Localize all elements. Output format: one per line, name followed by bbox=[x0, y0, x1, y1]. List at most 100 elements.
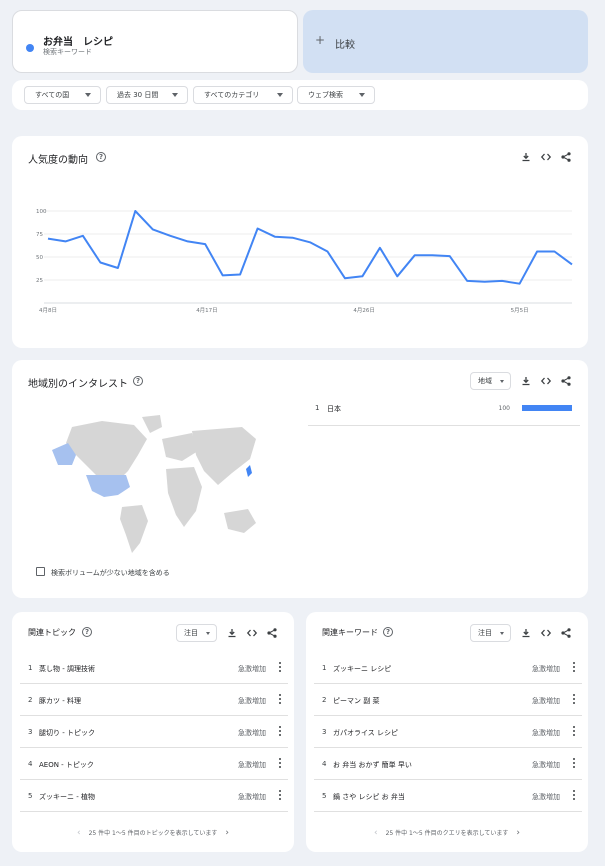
filter-time-range[interactable]: 過去 30 日間 bbox=[106, 86, 188, 104]
query-value: 急激増加 bbox=[532, 793, 560, 801]
y-tick-label: 100 bbox=[36, 209, 47, 215]
query-value: 急激増加 bbox=[532, 729, 560, 737]
queries-pager-text: 25 件中 1～5 件目のクエリを表示しています bbox=[385, 830, 509, 837]
add-icon: + bbox=[315, 33, 326, 47]
y-tick-label: 50 bbox=[36, 255, 43, 261]
more-vert-icon[interactable] bbox=[572, 724, 576, 738]
topic-rank: 3 bbox=[28, 728, 33, 736]
map-japan bbox=[246, 465, 252, 477]
y-tick-label: 25 bbox=[36, 278, 43, 284]
download-icon[interactable] bbox=[226, 627, 238, 639]
query-row[interactable]: 1 ズッキーニ レシピ 急激増加 bbox=[314, 653, 582, 684]
queries-sort-select[interactable]: 注目 bbox=[470, 624, 511, 642]
topic-row[interactable]: 1 蒸し物 - 調理技術 急激増加 bbox=[20, 653, 288, 684]
next-page-icon[interactable]: › bbox=[225, 828, 229, 838]
query-rank: 2 bbox=[322, 696, 327, 704]
filter-search-type-label: ウェブ検索 bbox=[308, 91, 343, 99]
topic-row[interactable]: 3 腿切り - トピック 急激増加 bbox=[20, 717, 288, 748]
prev-page-icon[interactable]: ‹ bbox=[374, 828, 378, 838]
embed-code-icon[interactable] bbox=[540, 375, 552, 387]
more-vert-icon[interactable] bbox=[278, 660, 282, 674]
map-united-states bbox=[86, 475, 130, 497]
embed-code-icon[interactable] bbox=[246, 627, 258, 639]
interest-by-region-card: 地域別のインタレスト ? 地域 検索ボリュームが少ない地域を含める 1 日本 1… bbox=[12, 360, 588, 598]
map-africa bbox=[166, 467, 202, 527]
topic-label: 蒸し物 - 調理技術 bbox=[39, 665, 95, 673]
help-icon[interactable]: ? bbox=[82, 627, 92, 637]
region-name: 日本 bbox=[327, 405, 341, 413]
query-rank: 3 bbox=[322, 728, 327, 736]
more-vert-icon[interactable] bbox=[572, 756, 576, 770]
query-label: お 弁当 おかず 簡単 早い bbox=[333, 761, 412, 769]
map-australia bbox=[224, 509, 256, 533]
interest-line-chart: 100 75 50 25 4月8日 4月17日 4月26日 5月5日 bbox=[36, 209, 573, 314]
compare-label: 比較 bbox=[335, 40, 355, 51]
query-rank: 1 bbox=[322, 664, 327, 672]
queries-pager: ‹ 25 件中 1～5 件目のクエリを表示しています › bbox=[306, 828, 588, 838]
more-vert-icon[interactable] bbox=[278, 692, 282, 706]
download-icon[interactable] bbox=[520, 627, 532, 639]
more-vert-icon[interactable] bbox=[278, 724, 282, 738]
more-vert-icon[interactable] bbox=[278, 756, 282, 770]
help-icon[interactable]: ? bbox=[133, 376, 143, 386]
more-vert-icon[interactable] bbox=[278, 788, 282, 802]
filter-time-label: 過去 30 日間 bbox=[117, 91, 159, 99]
term-color-dot bbox=[26, 44, 34, 52]
topic-rank: 1 bbox=[28, 664, 33, 672]
topic-row[interactable]: 2 豚カツ - 料理 急激増加 bbox=[20, 685, 288, 716]
topic-rank: 5 bbox=[28, 792, 33, 800]
query-label: 鍋 さや レシピ お 弁当 bbox=[333, 793, 405, 801]
filter-category-label: すべてのカテゴリ bbox=[204, 91, 260, 99]
topic-label: 腿切り - トピック bbox=[39, 729, 95, 737]
filter-search-type[interactable]: ウェブ検索 bbox=[297, 86, 375, 104]
more-vert-icon[interactable] bbox=[572, 692, 576, 706]
compare-card[interactable]: + 比較 bbox=[303, 10, 588, 73]
low-volume-checkbox-label: 検索ボリュームが少ない地域を含める bbox=[51, 569, 170, 577]
region-value: 100 bbox=[498, 405, 510, 412]
map-greenland bbox=[142, 415, 162, 433]
next-page-icon[interactable]: › bbox=[516, 828, 520, 838]
filter-region[interactable]: すべての国 bbox=[24, 86, 101, 104]
y-tick-label: 75 bbox=[36, 232, 43, 238]
world-map[interactable] bbox=[42, 415, 272, 555]
topic-row[interactable]: 5 ズッキーニ - 植物 急激増加 bbox=[20, 781, 288, 812]
region-value-bar-track bbox=[522, 405, 572, 411]
share-icon[interactable] bbox=[560, 375, 572, 387]
help-icon[interactable]: ? bbox=[383, 627, 393, 637]
topic-value: 急激増加 bbox=[238, 793, 266, 801]
topic-row[interactable]: 4 AEON - トピック 急激増加 bbox=[20, 749, 288, 780]
topic-value: 急激増加 bbox=[238, 761, 266, 769]
dropdown-caret-icon bbox=[206, 632, 210, 635]
query-row[interactable]: 3 ガパオライス レシピ 急激増加 bbox=[314, 717, 582, 748]
region-level-select[interactable]: 地域 bbox=[470, 372, 511, 390]
topics-sort-select[interactable]: 注目 bbox=[176, 624, 217, 642]
series-line bbox=[47, 210, 573, 285]
more-vert-icon[interactable] bbox=[572, 788, 576, 802]
query-row[interactable]: 5 鍋 さや レシピ お 弁当 急激増加 bbox=[314, 781, 582, 812]
dropdown-caret-icon bbox=[277, 93, 283, 97]
topics-title: 関連トピック bbox=[28, 628, 76, 637]
search-term-subtitle: 検索キーワード bbox=[43, 48, 92, 56]
query-value: 急激増加 bbox=[532, 665, 560, 673]
prev-page-icon[interactable]: ‹ bbox=[77, 828, 81, 838]
region-value-bar bbox=[522, 405, 572, 411]
low-volume-checkbox[interactable] bbox=[36, 567, 45, 576]
embed-code-icon[interactable] bbox=[540, 627, 552, 639]
share-icon[interactable] bbox=[560, 627, 572, 639]
download-icon[interactable] bbox=[520, 375, 532, 387]
query-value: 急激増加 bbox=[532, 697, 560, 705]
search-term-card[interactable]: お弁当 レシピ 検索キーワード bbox=[12, 10, 298, 73]
x-tick-label: 5月5日 bbox=[511, 307, 529, 314]
topics-pager: ‹ 25 件中 1～5 件目のトピックを表示しています › bbox=[12, 828, 294, 838]
x-tick-label: 4月8日 bbox=[39, 307, 57, 314]
region-row[interactable]: 1 日本 100 bbox=[308, 396, 580, 426]
more-vert-icon[interactable] bbox=[572, 660, 576, 674]
query-rank: 4 bbox=[322, 760, 327, 768]
region-level-value: 地域 bbox=[478, 377, 492, 385]
query-row[interactable]: 4 お 弁当 おかず 簡単 早い 急激増加 bbox=[314, 749, 582, 780]
share-icon[interactable] bbox=[266, 627, 278, 639]
filter-category[interactable]: すべてのカテゴリ bbox=[193, 86, 293, 104]
geo-title: 地域別のインタレスト bbox=[28, 379, 128, 390]
query-row[interactable]: 2 ピーマン 副 菜 急激増加 bbox=[314, 685, 582, 716]
search-term-title[interactable]: お弁当 レシピ bbox=[43, 33, 113, 48]
